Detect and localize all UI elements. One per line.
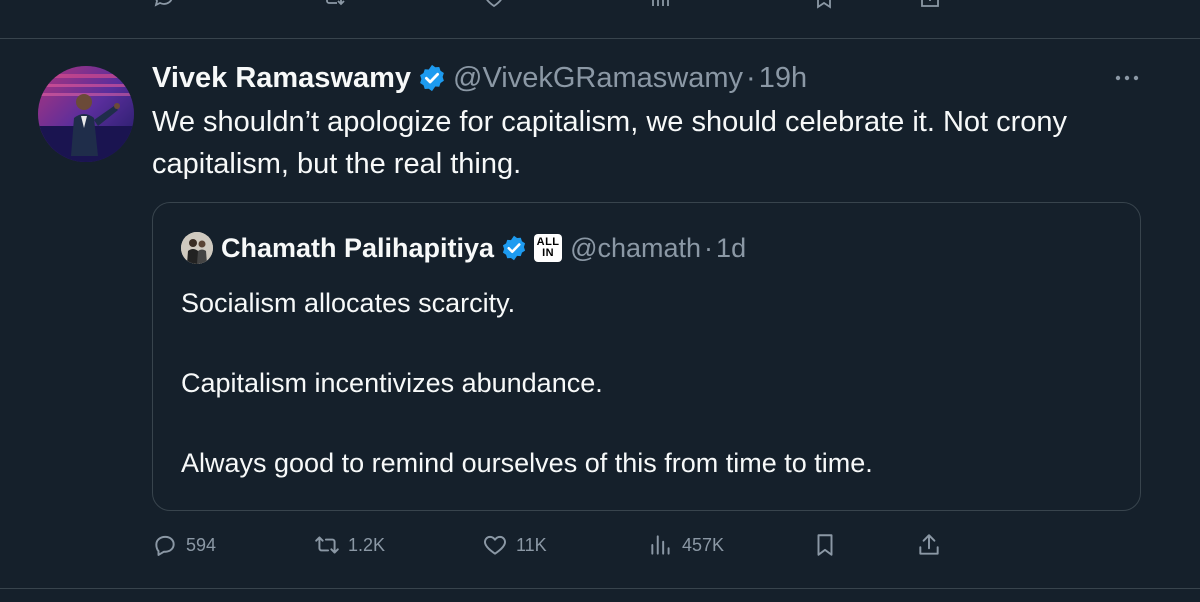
- previous-views-icon[interactable]: [648, 0, 672, 10]
- tweet-divider: [0, 38, 1200, 39]
- affiliate-badge-line2: IN: [542, 247, 555, 259]
- previous-bookmark-icon[interactable]: [812, 0, 836, 10]
- more-icon[interactable]: [1112, 66, 1142, 90]
- repost-count: 1.2K: [348, 534, 386, 555]
- tweet-divider: [0, 588, 1200, 589]
- previous-like-icon[interactable]: [482, 0, 506, 10]
- quoted-author-avatar[interactable]: [181, 232, 213, 264]
- views-button[interactable]: 457K: [648, 530, 724, 560]
- repost-icon: [315, 536, 339, 554]
- quoted-tweet-header: Chamath Palihapitiya ALL IN @chamath · 1…: [181, 231, 746, 265]
- author-handle[interactable]: @VivekGRamaswamy: [453, 62, 743, 95]
- quoted-tweet-text: Socialism allocates scarcity. Capitalism…: [181, 283, 1121, 483]
- views-count: 457K: [682, 534, 725, 555]
- views-icon: [651, 535, 670, 555]
- tweet-actions: 594 1.2K 11K 457K: [152, 530, 952, 560]
- quoted-paragraph: Capitalism incentivizes abundance.: [181, 368, 603, 398]
- previous-repost-icon[interactable]: [322, 0, 346, 10]
- previous-share-icon[interactable]: [918, 0, 942, 10]
- quoted-author-handle[interactable]: @chamath: [570, 233, 701, 264]
- timeline: Vivek Ramaswamy @VivekGRamaswamy · 19h W…: [0, 0, 1200, 602]
- bookmark-icon: [817, 534, 833, 556]
- tweet-header: Vivek Ramaswamy @VivekGRamaswamy · 19h: [152, 60, 807, 96]
- like-button[interactable]: 11K: [482, 530, 547, 560]
- share-button[interactable]: [916, 530, 942, 560]
- quoted-author-name[interactable]: Chamath Palihapitiya: [221, 233, 494, 264]
- previous-reply-icon[interactable]: [152, 0, 176, 10]
- quoted-tweet-timestamp[interactable]: 1d: [716, 233, 746, 264]
- share-icon: [919, 534, 939, 555]
- reply-count: 594: [186, 534, 217, 555]
- tweet-timestamp[interactable]: 19h: [759, 62, 807, 95]
- author-avatar[interactable]: [38, 66, 134, 162]
- quoted-verified-badge-icon[interactable]: [500, 234, 528, 262]
- reply-icon: [155, 535, 175, 556]
- like-icon: [484, 535, 506, 555]
- like-count: 11K: [516, 534, 547, 555]
- author-name[interactable]: Vivek Ramaswamy: [152, 62, 411, 95]
- quoted-paragraph: Socialism allocates scarcity.: [181, 288, 516, 318]
- quoted-paragraph: Always good to remind ourselves of this …: [181, 448, 873, 478]
- reply-button[interactable]: 594: [152, 530, 216, 560]
- tweet-text: We shouldn’t apologize for capitalism, w…: [152, 106, 1068, 180]
- verified-badge-icon[interactable]: [417, 63, 447, 93]
- quoted-separator-dot: ·: [704, 232, 714, 263]
- affiliate-badge[interactable]: ALL IN: [534, 234, 563, 262]
- repost-button[interactable]: 1.2K: [314, 530, 385, 560]
- bookmark-button[interactable]: [812, 530, 838, 560]
- separator-dot: ·: [746, 61, 756, 94]
- previous-tweet-actions: [152, 0, 952, 9]
- quoted-tweet[interactable]: Chamath Palihapitiya ALL IN @chamath · 1…: [152, 202, 1141, 511]
